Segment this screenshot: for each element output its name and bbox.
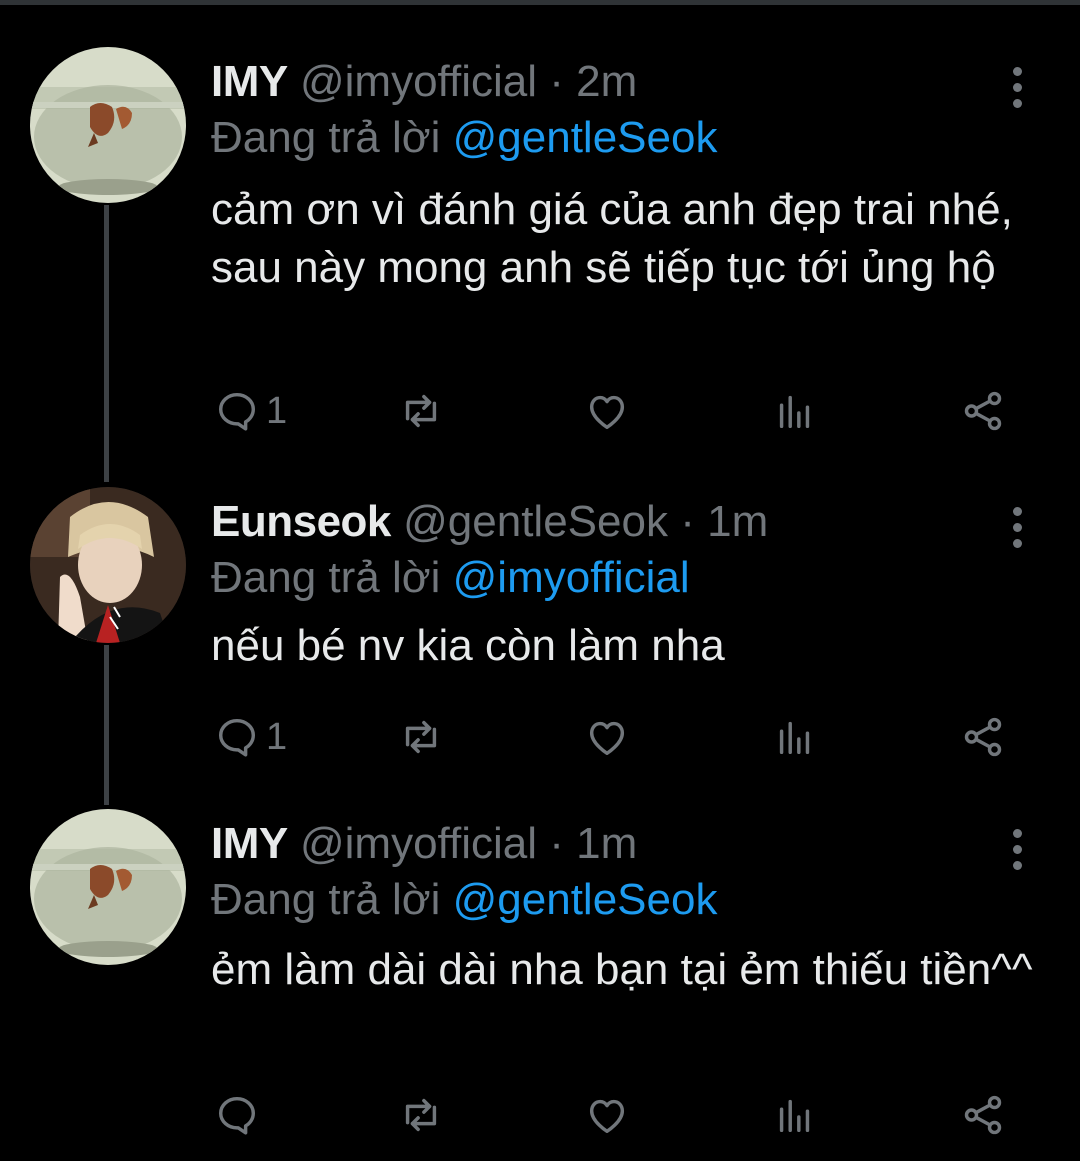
share-button[interactable]: [960, 707, 1006, 767]
person-avatar-image: [30, 487, 186, 643]
tweet-text: nếu bé nv kia còn làm nha: [211, 621, 725, 670]
share-icon: [964, 391, 1002, 431]
separator: ·: [680, 497, 695, 546]
reply-button[interactable]: [214, 1085, 266, 1145]
views-button[interactable]: [772, 381, 818, 441]
mention-link[interactable]: @gentleSeok: [453, 113, 718, 162]
more-options-icon[interactable]: [1004, 507, 1030, 567]
reply-icon: [218, 718, 256, 757]
tweet-header: IMY @imyofficial · 2m: [211, 55, 637, 109]
retweet-icon: [405, 394, 437, 428]
retweet-button[interactable]: [398, 707, 444, 767]
like-button[interactable]: [584, 1085, 630, 1145]
more-options-icon[interactable]: [1004, 67, 1030, 127]
reply-button[interactable]: 1: [214, 381, 287, 441]
like-icon: [589, 395, 625, 430]
like-icon: [589, 721, 625, 756]
reply-count: 1: [266, 715, 288, 758]
avatar[interactable]: [30, 47, 186, 203]
share-icon: [964, 1095, 1002, 1135]
tweet-actions: [0, 1085, 1080, 1145]
tweet-actions: 1: [0, 381, 1080, 441]
top-divider: [0, 0, 1080, 5]
separator: ·: [549, 57, 564, 106]
timestamp[interactable]: 2m: [576, 57, 637, 106]
replying-to: Đang trả lời @imyofficial: [211, 551, 690, 605]
display-name[interactable]: IMY: [211, 819, 288, 868]
fishbowl-avatar-image: [30, 47, 186, 203]
retweet-icon: [405, 720, 437, 754]
separator: ·: [549, 819, 564, 868]
more-options-icon[interactable]: [1004, 829, 1030, 889]
reply-prefix: Đang trả lời: [211, 113, 441, 162]
like-button[interactable]: [584, 707, 630, 767]
mention-link[interactable]: @imyofficial: [453, 553, 690, 602]
avatar[interactable]: [30, 487, 186, 643]
reply-icon: [218, 392, 256, 431]
avatar[interactable]: [30, 809, 186, 965]
user-handle[interactable]: @imyofficial: [300, 57, 537, 106]
fishbowl-avatar-image: [30, 809, 186, 965]
mention-link[interactable]: @gentleSeok: [453, 875, 718, 924]
like-icon: [589, 1099, 625, 1134]
reply-count: 1: [266, 389, 288, 432]
user-handle[interactable]: @imyofficial: [300, 819, 537, 868]
timestamp[interactable]: 1m: [576, 819, 637, 868]
reply-icon: [218, 1096, 256, 1135]
tweet-header: Eunseok @gentleSeok · 1m: [211, 495, 768, 549]
display-name[interactable]: Eunseok: [211, 497, 391, 546]
tweet-text: ẻm làm dài dài nha bạn tại ẻm thiếu tiền…: [211, 945, 1033, 994]
replying-to: Đang trả lời @gentleSeok: [211, 873, 717, 927]
tweet-actions: 1: [0, 707, 1080, 767]
views-button[interactable]: [772, 1085, 818, 1145]
reply-prefix: Đang trả lời: [211, 553, 441, 602]
reply-prefix: Đang trả lời: [211, 875, 441, 924]
tweet-text: cảm ơn vì đánh giá của anh đẹp trai nhé,…: [211, 185, 1013, 292]
retweet-button[interactable]: [398, 381, 444, 441]
views-icon: [779, 395, 810, 429]
share-icon: [964, 717, 1002, 757]
replying-to: Đang trả lời @gentleSeok: [211, 111, 717, 165]
timestamp[interactable]: 1m: [707, 497, 768, 546]
views-icon: [779, 1099, 810, 1133]
user-handle[interactable]: @gentleSeok: [403, 497, 668, 546]
views-button[interactable]: [772, 707, 818, 767]
views-icon: [779, 721, 810, 755]
reply-button[interactable]: 1: [214, 707, 287, 767]
share-button[interactable]: [960, 1085, 1006, 1145]
retweet-button[interactable]: [398, 1085, 444, 1145]
display-name[interactable]: IMY: [211, 57, 288, 106]
retweet-icon: [405, 1098, 437, 1132]
tweet-header: IMY @imyofficial · 1m: [211, 817, 637, 871]
like-button[interactable]: [584, 381, 630, 441]
share-button[interactable]: [960, 381, 1006, 441]
